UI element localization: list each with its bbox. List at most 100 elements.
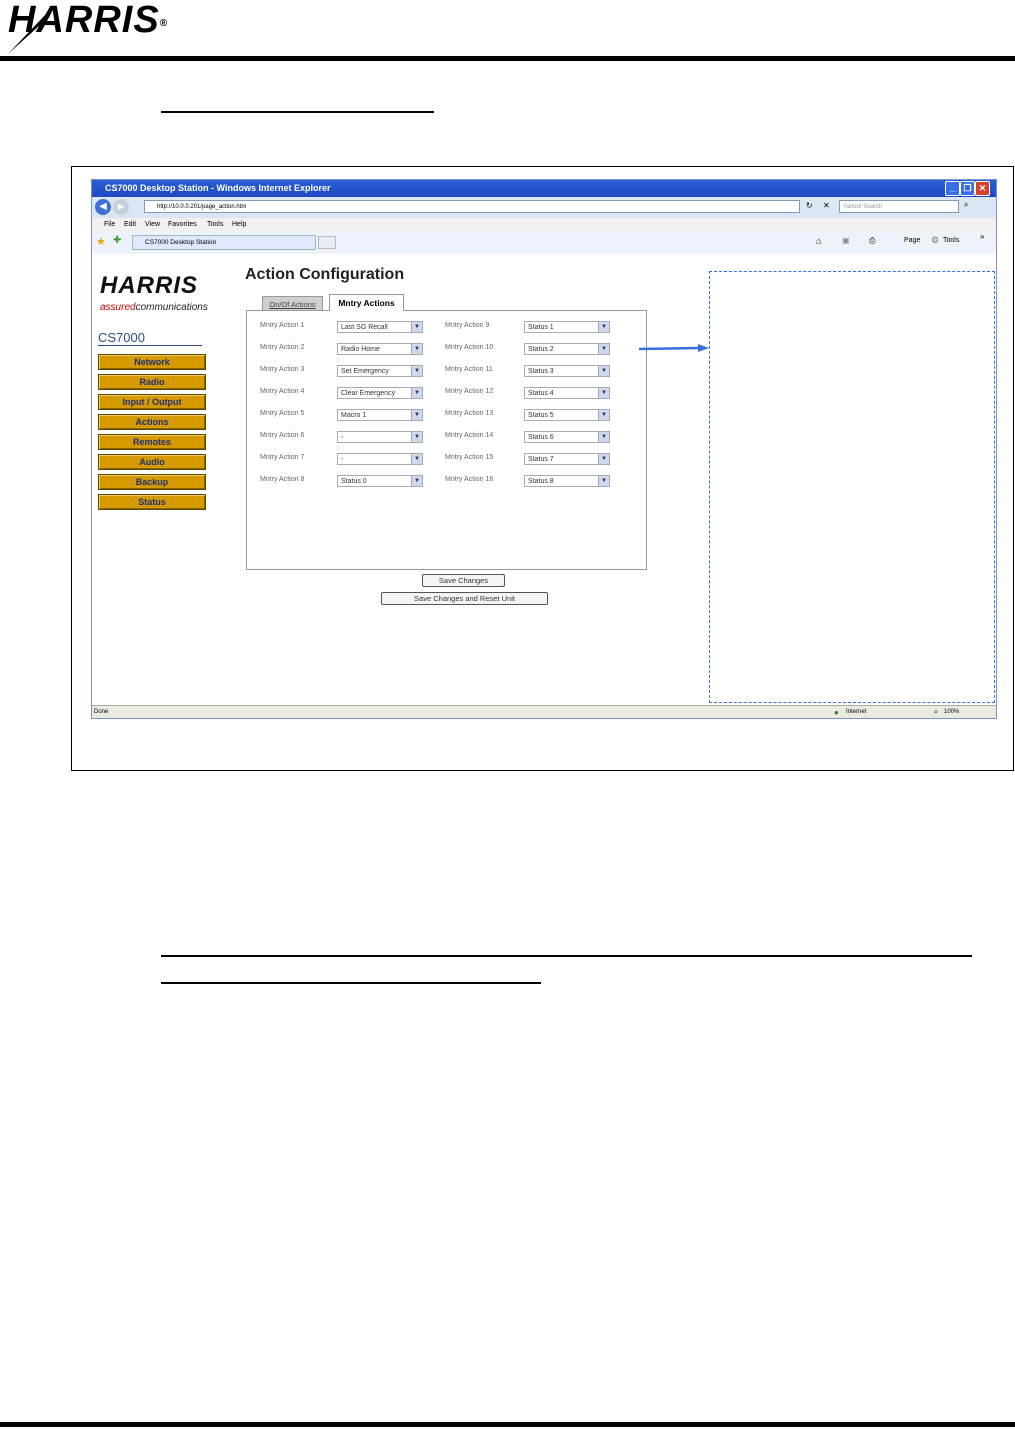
blank-line — [161, 982, 541, 984]
action-select[interactable]: - ▼ — [337, 431, 423, 443]
save-and-reset-button[interactable]: Save Changes and Reset Unit — [381, 592, 548, 605]
chevron-down-icon[interactable]: ▼ — [598, 454, 609, 464]
nav-remotes[interactable]: Remotes — [98, 434, 206, 450]
callout-arrow — [638, 344, 709, 352]
action-select-value: - — [341, 434, 344, 441]
chevron-down-icon[interactable]: ▼ — [598, 366, 609, 376]
tab-on-off-actions[interactable]: On/Of Actions — [262, 296, 323, 311]
action-select[interactable]: Macro 1 ▼ — [337, 409, 423, 421]
action-label: Mntry Action 13 — [445, 410, 494, 417]
action-select[interactable]: Set Emergency ▼ — [337, 365, 423, 377]
action-select[interactable]: - ▼ — [337, 453, 423, 465]
action-label: Mntry Action 2 — [260, 344, 305, 351]
chevron-down-icon[interactable]: ▼ — [411, 366, 422, 376]
action-select-value: Macro 1 — [341, 412, 367, 419]
url-input[interactable]: http://10.0.0.201/page_action.htm — [144, 200, 800, 213]
blank-line — [161, 111, 434, 113]
action-label: Mntry Action 14 — [445, 432, 494, 439]
home-icon[interactable]: ⌂ — [816, 236, 821, 246]
nav-status[interactable]: Status — [98, 494, 206, 510]
nav-input-output[interactable]: Input / Output — [98, 394, 206, 410]
action-select-value: Status 1 — [528, 324, 554, 331]
menu-view[interactable]: View — [145, 218, 160, 232]
menu-favorites[interactable]: Favorites — [168, 218, 197, 232]
chevron-down-icon[interactable]: ▼ — [411, 388, 422, 398]
chevron-down-icon[interactable]: ▼ — [598, 388, 609, 398]
chevron-down-icon[interactable]: ▼ — [598, 432, 609, 442]
add-favorites-icon[interactable]: ✚ — [113, 235, 121, 246]
print-icon[interactable]: ⎙ — [869, 236, 875, 246]
action-select[interactable]: Status 0 ▼ — [337, 475, 423, 487]
chevron-down-icon[interactable]: ▼ — [411, 432, 422, 442]
chevron-down-icon[interactable]: ▼ — [411, 410, 422, 420]
nav-network[interactable]: Network — [98, 354, 206, 370]
action-select[interactable]: Status 2 ▼ — [524, 343, 610, 355]
search-input[interactable]: Yahoo! Search — [839, 200, 959, 213]
refresh-icon[interactable]: ↻ — [806, 201, 813, 210]
action-select[interactable]: Status 4 ▼ — [524, 387, 610, 399]
page-menu[interactable]: Page — [904, 237, 920, 244]
action-select[interactable]: Status 3 ▼ — [524, 365, 610, 377]
chevron-down-icon[interactable]: ▼ — [411, 322, 422, 332]
action-select[interactable]: Status 8 ▼ — [524, 475, 610, 487]
zoom-icon[interactable]: ⌕ — [934, 706, 938, 718]
app-tagline: assuredcommunications — [100, 302, 208, 313]
menu-file[interactable]: File — [104, 218, 115, 232]
menu-help[interactable]: Help — [232, 218, 246, 232]
action-select-value: Status 0 — [341, 478, 367, 485]
stop-icon[interactable]: ✕ — [823, 201, 830, 210]
zoom-level[interactable]: 100% — [944, 706, 959, 718]
menu-tools[interactable]: Tools — [207, 218, 223, 232]
chevron-down-icon[interactable]: ▼ — [598, 410, 609, 420]
menu-bar: File Edit View Favorites Tools Help — [92, 218, 996, 232]
browser-tab[interactable]: CS7000 Desktop Station — [132, 235, 316, 250]
product-name: CS7000 — [98, 330, 202, 346]
tools-gear-icon[interactable]: ⚙ — [931, 235, 939, 246]
chevron-more-icon[interactable]: » — [980, 232, 984, 241]
action-select[interactable]: Status 5 ▼ — [524, 409, 610, 421]
chevron-down-icon[interactable]: ▼ — [411, 344, 422, 354]
action-label: Mntry Action 16 — [445, 476, 494, 483]
chevron-down-icon[interactable]: ▼ — [598, 322, 609, 332]
favorites-star-icon[interactable]: ★ — [96, 235, 106, 248]
action-select-value: Status 6 — [528, 434, 554, 441]
nav-radio[interactable]: Radio — [98, 374, 206, 390]
tools-menu[interactable]: Tools — [943, 237, 959, 244]
action-select[interactable]: Last SG Recall ▼ — [337, 321, 423, 333]
search-icon[interactable]: ⌕ — [964, 200, 968, 210]
action-select[interactable]: Status 7 ▼ — [524, 453, 610, 465]
action-label: Mntry Action 9 — [445, 322, 490, 329]
status-text: Done — [94, 709, 109, 715]
chevron-down-icon[interactable]: ▼ — [411, 454, 422, 464]
nav-audio[interactable]: Audio — [98, 454, 206, 470]
restore-icon[interactable]: ❐ — [960, 181, 975, 196]
action-select-value: Set Emergency — [341, 368, 389, 375]
action-label: Mntry Action 5 — [260, 410, 305, 417]
back-icon[interactable]: ◀ — [95, 199, 111, 215]
action-select[interactable]: Status 6 ▼ — [524, 431, 610, 443]
minimize-icon[interactable]: _ — [945, 181, 960, 196]
new-tab-button[interactable] — [318, 236, 336, 249]
action-label: Mntry Action 6 — [260, 432, 305, 439]
action-label: Mntry Action 10 — [445, 344, 494, 351]
action-select[interactable]: Radio Home ▼ — [337, 343, 423, 355]
tab-mntry-actions[interactable]: Mntry Actions — [329, 294, 404, 311]
globe-icon: ● — [834, 708, 839, 717]
browser-window: CS7000 Desktop Station - Windows Interne… — [91, 179, 997, 719]
close-icon[interactable]: ✕ — [975, 181, 990, 196]
blank-line — [161, 955, 972, 957]
chevron-down-icon[interactable]: ▼ — [598, 476, 609, 486]
action-select[interactable]: Status 1 ▼ — [524, 321, 610, 333]
feeds-icon[interactable]: ▣ — [842, 236, 850, 245]
nav-actions[interactable]: Actions — [98, 414, 206, 430]
forward-icon[interactable]: ▶ — [113, 199, 129, 215]
footer-rule — [0, 1422, 1015, 1427]
nav-backup[interactable]: Backup — [98, 474, 206, 490]
menu-edit[interactable]: Edit — [124, 218, 136, 232]
chevron-down-icon[interactable]: ▼ — [411, 476, 422, 486]
zone-text: Internet — [846, 709, 867, 715]
action-select[interactable]: Clear Emergency ▼ — [337, 387, 423, 399]
chevron-down-icon[interactable]: ▼ — [598, 344, 609, 354]
save-changes-button[interactable]: Save Changes — [422, 574, 505, 587]
action-select-value: Clear Emergency — [341, 390, 396, 397]
